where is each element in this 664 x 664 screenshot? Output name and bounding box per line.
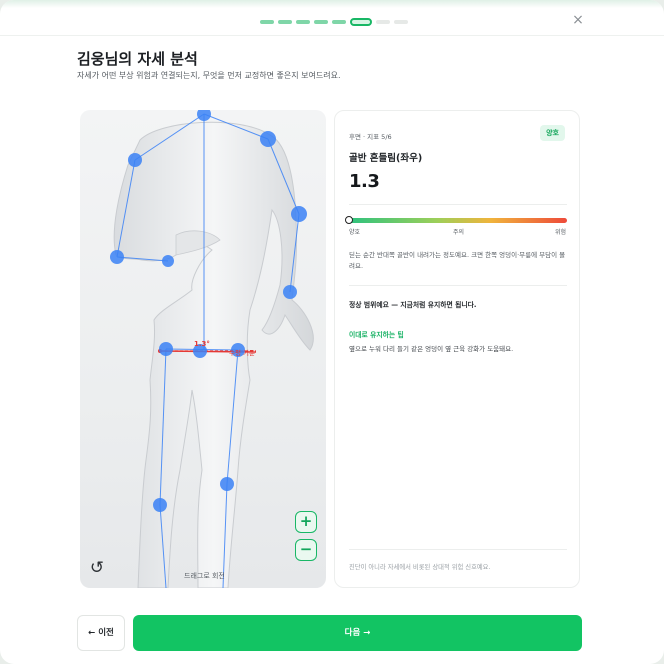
- angle-label: 1.3°: [194, 340, 210, 348]
- status-badge: 양호: [540, 125, 565, 141]
- progress-step: [278, 20, 292, 24]
- risk-gauge: [349, 218, 567, 223]
- gauge-label-good: 양호: [349, 229, 361, 236]
- analysis-modal: × 김웅님의 자세 분석 자세가 어떤 부상 위험과 연결되는지, 무엇을 먼저…: [0, 0, 664, 664]
- progress-step: [314, 20, 328, 24]
- page-subtitle: 자세가 어떤 부상 위험과 연결되는지, 무엇을 먼저 교정하면 좋은지 보여드…: [77, 71, 341, 80]
- gauge-label-caution: 주의: [453, 229, 465, 236]
- prev-button[interactable]: ← 이전: [77, 615, 125, 651]
- divider: [349, 285, 567, 286]
- page-title: 김웅님의 자세 분석: [77, 50, 198, 68]
- divider: [349, 204, 567, 205]
- zoom-out-button[interactable]: −: [295, 539, 317, 561]
- normal-range-note: 정상 범위예요 — 지금처럼 유지하면 됩니다.: [349, 301, 477, 309]
- progress-step: [332, 20, 346, 24]
- progress-step: [260, 20, 274, 24]
- progress-steps: [260, 18, 408, 26]
- tip-title: 이대로 유지하는 팁: [349, 331, 404, 339]
- next-button[interactable]: 다음 →: [133, 615, 582, 651]
- metric-description: 딛는 순간 반대쪽 골반이 내려가는 정도예요. 크면 한쪽 엉덩이·무릎에 부…: [349, 251, 566, 270]
- drag-hint: 드래그로 회전: [184, 572, 225, 580]
- gauge-marker: [345, 216, 353, 224]
- top-bar: ×: [0, 0, 664, 36]
- rotate-reset-icon[interactable]: ↺: [87, 558, 107, 578]
- tip-body: 옆으로 누워 다리 들기 같은 엉덩이 옆 근육 강화가 도움돼요.: [349, 345, 514, 353]
- progress-step: [296, 20, 310, 24]
- progress-step: [394, 20, 408, 24]
- body-model: 1.3° 수평 기준: [110, 110, 314, 588]
- zoom-in-button[interactable]: +: [295, 511, 317, 533]
- gauge-label-danger: 위험: [555, 229, 567, 236]
- metric-name: 골반 흔들림(좌우): [349, 153, 423, 164]
- disclaimer: 진단이 아니라 자세에서 비롯된 상대적 위험 신호예요.: [349, 564, 491, 571]
- progress-step: [376, 20, 390, 24]
- metric-unit: °: [373, 178, 377, 187]
- progress-step-current: [350, 18, 372, 26]
- divider: [349, 549, 567, 550]
- body-3d-viewer[interactable]: 1.3° 수평 기준 + − ↺ 드래그로 회전: [80, 110, 326, 588]
- metric-index: 후면 · 지표 5/6: [349, 133, 392, 141]
- baseline-label: 수평 기준: [229, 348, 255, 357]
- close-icon[interactable]: ×: [570, 12, 586, 28]
- metric-detail-panel: 후면 · 지표 5/6 양호 골반 흔들림(좌우) 1.3 ° 양호 주의 위험…: [334, 110, 580, 588]
